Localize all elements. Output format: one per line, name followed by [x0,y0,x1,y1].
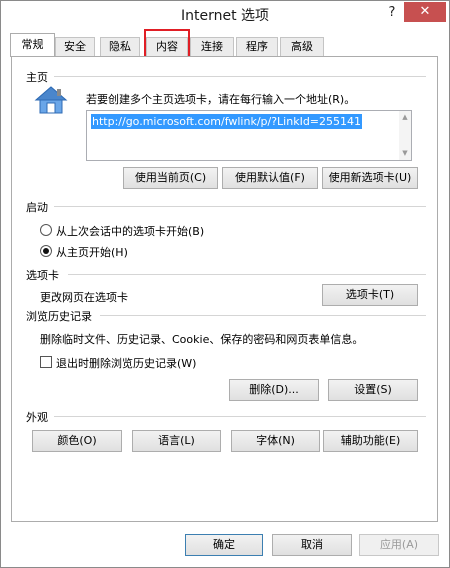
history-settings-button[interactable]: 设置(S) [328,379,418,401]
ok-button[interactable]: 确定 [185,534,263,556]
tab-strip: 常规 安全 隐私 内容 连接 程序 高级 [1,32,449,57]
appearance-section-title: 外观 [26,411,48,424]
apply-button[interactable]: 应用(A) [359,534,439,556]
delete-on-exit-label[interactable]: 退出时删除浏览历史记录(W) [56,355,196,371]
help-button[interactable]: ? [383,4,401,22]
fonts-button[interactable]: 字体(N) [231,430,320,452]
radio-last-session[interactable] [40,224,52,236]
url-scrollbar[interactable]: ▲ ▼ [399,111,411,160]
radio-home-page-label[interactable]: 从主页开始(H) [56,244,128,260]
tab-security[interactable]: 安全 [55,37,95,56]
homepage-divider [54,76,426,77]
general-tab-panel: 主页 若要创建多个主页选项卡，请在每行输入一个地址(R)。 http://go.… [11,56,438,522]
tab-general[interactable]: 常规 [10,33,55,57]
tabs-divider [68,274,426,275]
tab-programs[interactable]: 程序 [236,37,278,56]
content-tab-highlight [144,29,190,59]
homepage-section-title: 主页 [26,71,48,84]
history-section-title: 浏览历史记录 [26,310,92,323]
history-description: 删除临时文件、历史记录、Cookie、保存的密码和网页表单信息。 [40,333,364,346]
scroll-down-icon[interactable]: ▼ [399,149,411,157]
window-title: Internet 选项 [180,8,270,24]
tabs-settings-button[interactable]: 选项卡(T) [322,284,418,306]
internet-options-dialog: Internet 选项 ? ✕ 常规 安全 隐私 内容 连接 程序 高级 主页 … [0,0,450,568]
radio-last-session-label[interactable]: 从上次会话中的选项卡开始(B) [56,223,204,239]
accessibility-button[interactable]: 辅助功能(E) [323,430,418,452]
delete-history-button[interactable]: 删除(D)... [229,379,319,401]
scroll-up-icon[interactable]: ▲ [399,113,411,121]
tab-privacy[interactable]: 隐私 [100,37,140,56]
tab-connections[interactable]: 连接 [190,37,234,56]
use-default-button[interactable]: 使用默认值(F) [222,167,318,189]
tabs-section-title: 选项卡 [26,269,59,282]
delete-on-exit-checkbox[interactable] [40,356,52,368]
startup-divider [54,206,426,207]
tabs-description: 更改网页在选项卡 [40,291,128,304]
appearance-divider [54,416,426,417]
languages-button[interactable]: 语言(L) [132,430,221,452]
close-button[interactable]: ✕ [404,2,446,22]
history-divider [100,315,426,316]
title-bar[interactable]: Internet 选项 ? ✕ [1,1,449,27]
radio-home-page[interactable] [40,245,52,257]
homepage-description: 若要创建多个主页选项卡，请在每行输入一个地址(R)。 [86,93,356,106]
dialog-footer: 确定 取消 应用(A) [1,523,449,567]
homepage-url-textarea[interactable]: http://go.microsoft.com/fwlink/p/?LinkId… [86,110,412,161]
house-icon [34,86,68,114]
colors-button[interactable]: 颜色(O) [32,430,122,452]
cancel-button[interactable]: 取消 [272,534,352,556]
use-current-button[interactable]: 使用当前页(C) [123,167,218,189]
use-new-tab-button[interactable]: 使用新选项卡(U) [322,167,418,189]
tab-advanced[interactable]: 高级 [280,37,324,56]
startup-section-title: 启动 [26,201,48,214]
homepage-url-value[interactable]: http://go.microsoft.com/fwlink/p/?LinkId… [91,114,363,129]
